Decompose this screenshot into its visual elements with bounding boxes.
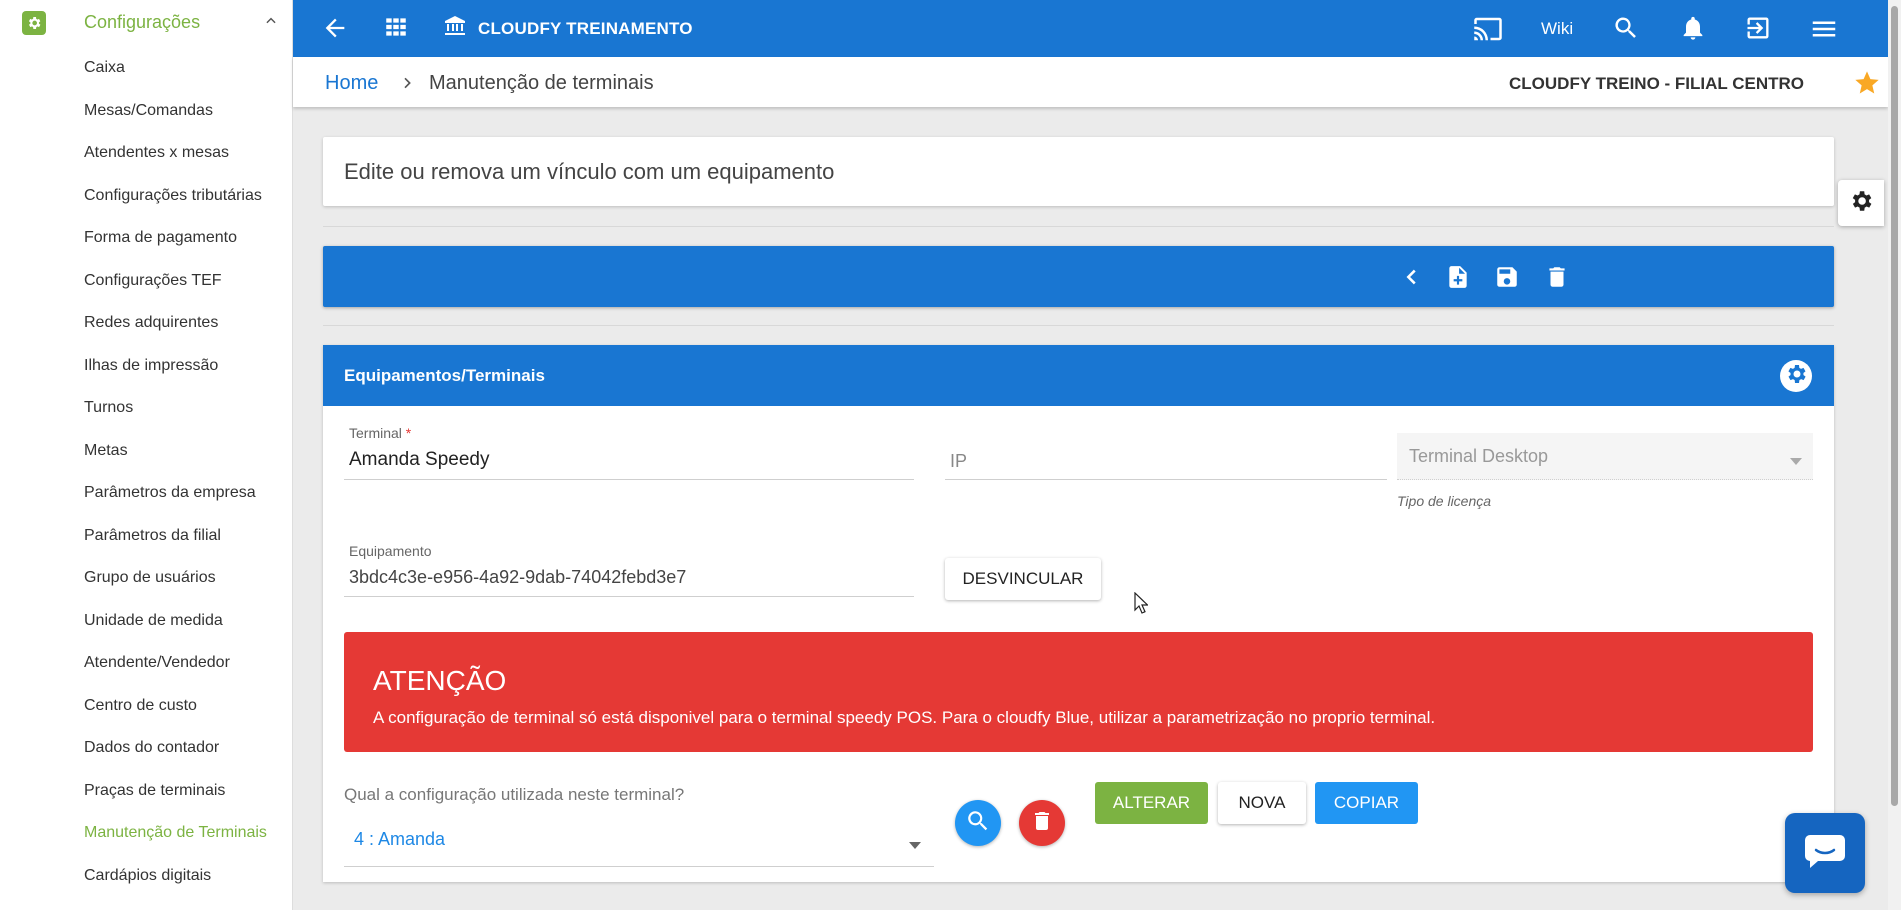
- dropdown-arrow-icon: [1790, 453, 1802, 471]
- terminal-value[interactable]: Amanda Speedy: [349, 449, 490, 471]
- attention-alert: ATENÇÃO A configuração de terminal só es…: [344, 632, 1813, 752]
- sidebar-item[interactable]: Centro de custo: [0, 688, 292, 731]
- branch-name[interactable]: CLOUDFY TREINO - FILIAL CENTRO: [1509, 74, 1804, 94]
- sidebar-item[interactable]: Praças de terminais: [0, 773, 292, 816]
- sidebar-item[interactable]: Caixa: [0, 50, 292, 93]
- page-subtitle: Edite ou remova um vínculo com um equipa…: [344, 159, 835, 184]
- terminal-panel: Equipamentos/Terminais Terminal * Amanda…: [323, 345, 1834, 882]
- sidebar-item[interactable]: Atendentes x mesas: [0, 135, 292, 178]
- back-arrow-icon[interactable]: [321, 14, 349, 42]
- chevron-up-icon: [264, 14, 278, 33]
- dropdown-arrow-icon[interactable]: [909, 837, 921, 855]
- license-type-select: Terminal Desktop: [1397, 433, 1813, 480]
- sidebar: Configurações Caixa Mesas/Comandas Atenden…: [0, 0, 293, 910]
- delete-config-button[interactable]: [1019, 800, 1065, 846]
- sidebar-item[interactable]: Unidade de medida: [0, 603, 292, 646]
- sidebar-item[interactable]: Turnos: [0, 390, 292, 433]
- alter-button[interactable]: ALTERAR: [1095, 782, 1208, 824]
- gear-icon: [1784, 362, 1808, 391]
- chevron-left-icon[interactable]: [1401, 266, 1423, 293]
- terminal-field[interactable]: Terminal * Amanda Speedy: [344, 420, 914, 480]
- sidebar-menu: Caixa Mesas/Comandas Atendentes x mesas Con…: [0, 50, 292, 901]
- sidebar-item[interactable]: Configurações TEF: [0, 263, 292, 306]
- floating-settings-button[interactable]: [1838, 180, 1884, 226]
- equipment-value: 3bdc4c3e-e956-4a92-9dab-74042febd3e7: [349, 567, 687, 587]
- license-value: Terminal Desktop: [1409, 446, 1549, 466]
- copy-button[interactable]: COPIAR: [1315, 782, 1418, 824]
- app-title: CLOUDFY TREINAMENTO: [478, 19, 693, 38]
- delete-icon[interactable]: [1544, 264, 1570, 295]
- sidebar-item[interactable]: Forma de pagamento: [0, 220, 292, 263]
- config-select[interactable]: 4 : Amanda: [344, 807, 934, 867]
- mouse-cursor-icon: [1134, 591, 1149, 619]
- unlink-button[interactable]: DESVINCULAR: [945, 558, 1101, 600]
- sidebar-item[interactable]: Metas: [0, 433, 292, 476]
- sidebar-item[interactable]: Parâmetros da empresa: [0, 475, 292, 518]
- page-scrollbar[interactable]: [1888, 0, 1901, 910]
- settings-gear-icon: [22, 11, 46, 35]
- sidebar-section-title: Configurações: [84, 12, 201, 32]
- alert-text: A configuração de terminal só está dispo…: [373, 708, 1436, 727]
- sidebar-item[interactable]: Atendente/Vendedor: [0, 645, 292, 688]
- action-toolbar: [323, 246, 1834, 307]
- search-icon[interactable]: [1612, 14, 1640, 42]
- breadcrumb-home-link[interactable]: Home: [325, 72, 378, 95]
- config-value[interactable]: 4 : Amanda: [354, 829, 445, 850]
- ip-field[interactable]: IP: [945, 420, 1387, 480]
- equipment-label: Equipamento: [349, 543, 432, 559]
- chat-support-button[interactable]: [1785, 813, 1865, 893]
- config-label: Qual a configuração utilizada neste term…: [344, 785, 685, 804]
- divider: [323, 325, 1834, 326]
- sidebar-item[interactable]: Dados do contador: [0, 730, 292, 773]
- page-title: Manutenção de terminais: [429, 72, 654, 94]
- breadcrumb: Home Manutenção de terminais CLOUDFY TRE…: [293, 57, 1888, 107]
- search-config-button[interactable]: [955, 800, 1001, 846]
- wiki-link[interactable]: Wiki: [1541, 19, 1573, 39]
- cast-icon[interactable]: [1473, 14, 1503, 44]
- scrollbar-thumb[interactable]: [1891, 6, 1898, 806]
- trash-icon: [1030, 809, 1054, 838]
- terminal-label: Terminal *: [349, 425, 412, 441]
- equipment-field: Equipamento 3bdc4c3e-e956-4a92-9dab-7404…: [344, 538, 914, 597]
- sidebar-item[interactable]: Parâmetros da filial: [0, 518, 292, 561]
- sidebar-section-header[interactable]: Configurações: [0, 0, 292, 46]
- sidebar-item[interactable]: Configurações tributárias: [0, 178, 292, 221]
- save-icon[interactable]: [1494, 264, 1520, 295]
- sidebar-item[interactable]: Mesas/Comandas: [0, 93, 292, 136]
- chat-bubble-icon: [1804, 833, 1846, 874]
- chevron-right-icon: [399, 75, 415, 96]
- panel-title: Equipamentos/Terminais: [344, 366, 545, 385]
- bell-icon[interactable]: [1679, 14, 1707, 42]
- ip-placeholder: IP: [950, 451, 968, 471]
- panel-settings-button[interactable]: [1780, 360, 1812, 392]
- bank-icon: [443, 14, 467, 38]
- sidebar-item[interactable]: Grupo de usuários: [0, 560, 292, 603]
- top-app-bar: CLOUDFY TREINAMENTO Wiki: [293, 0, 1888, 57]
- apps-grid-icon[interactable]: [383, 14, 409, 40]
- divider: [323, 226, 1834, 227]
- new-document-icon[interactable]: [1445, 264, 1471, 295]
- sidebar-item[interactable]: Ilhas de impressão: [0, 348, 292, 391]
- alert-title: ATENÇÃO: [373, 665, 507, 696]
- sidebar-item[interactable]: Manutenção de Terminais: [0, 815, 292, 858]
- page-subtitle-card: Edite ou remova um vínculo com um equipa…: [323, 137, 1834, 206]
- new-button[interactable]: NOVA: [1218, 782, 1306, 824]
- gear-icon: [1848, 188, 1874, 219]
- sidebar-item[interactable]: Cardápios digitais: [0, 858, 292, 901]
- menu-icon[interactable]: [1809, 14, 1839, 44]
- logout-icon[interactable]: [1744, 14, 1772, 42]
- sidebar-item[interactable]: Redes adquirentes: [0, 305, 292, 348]
- favorite-star-icon[interactable]: [1853, 69, 1881, 102]
- license-hint: Tipo de licença: [1397, 493, 1492, 509]
- panel-header: Equipamentos/Terminais: [323, 345, 1834, 406]
- search-icon: [965, 808, 991, 839]
